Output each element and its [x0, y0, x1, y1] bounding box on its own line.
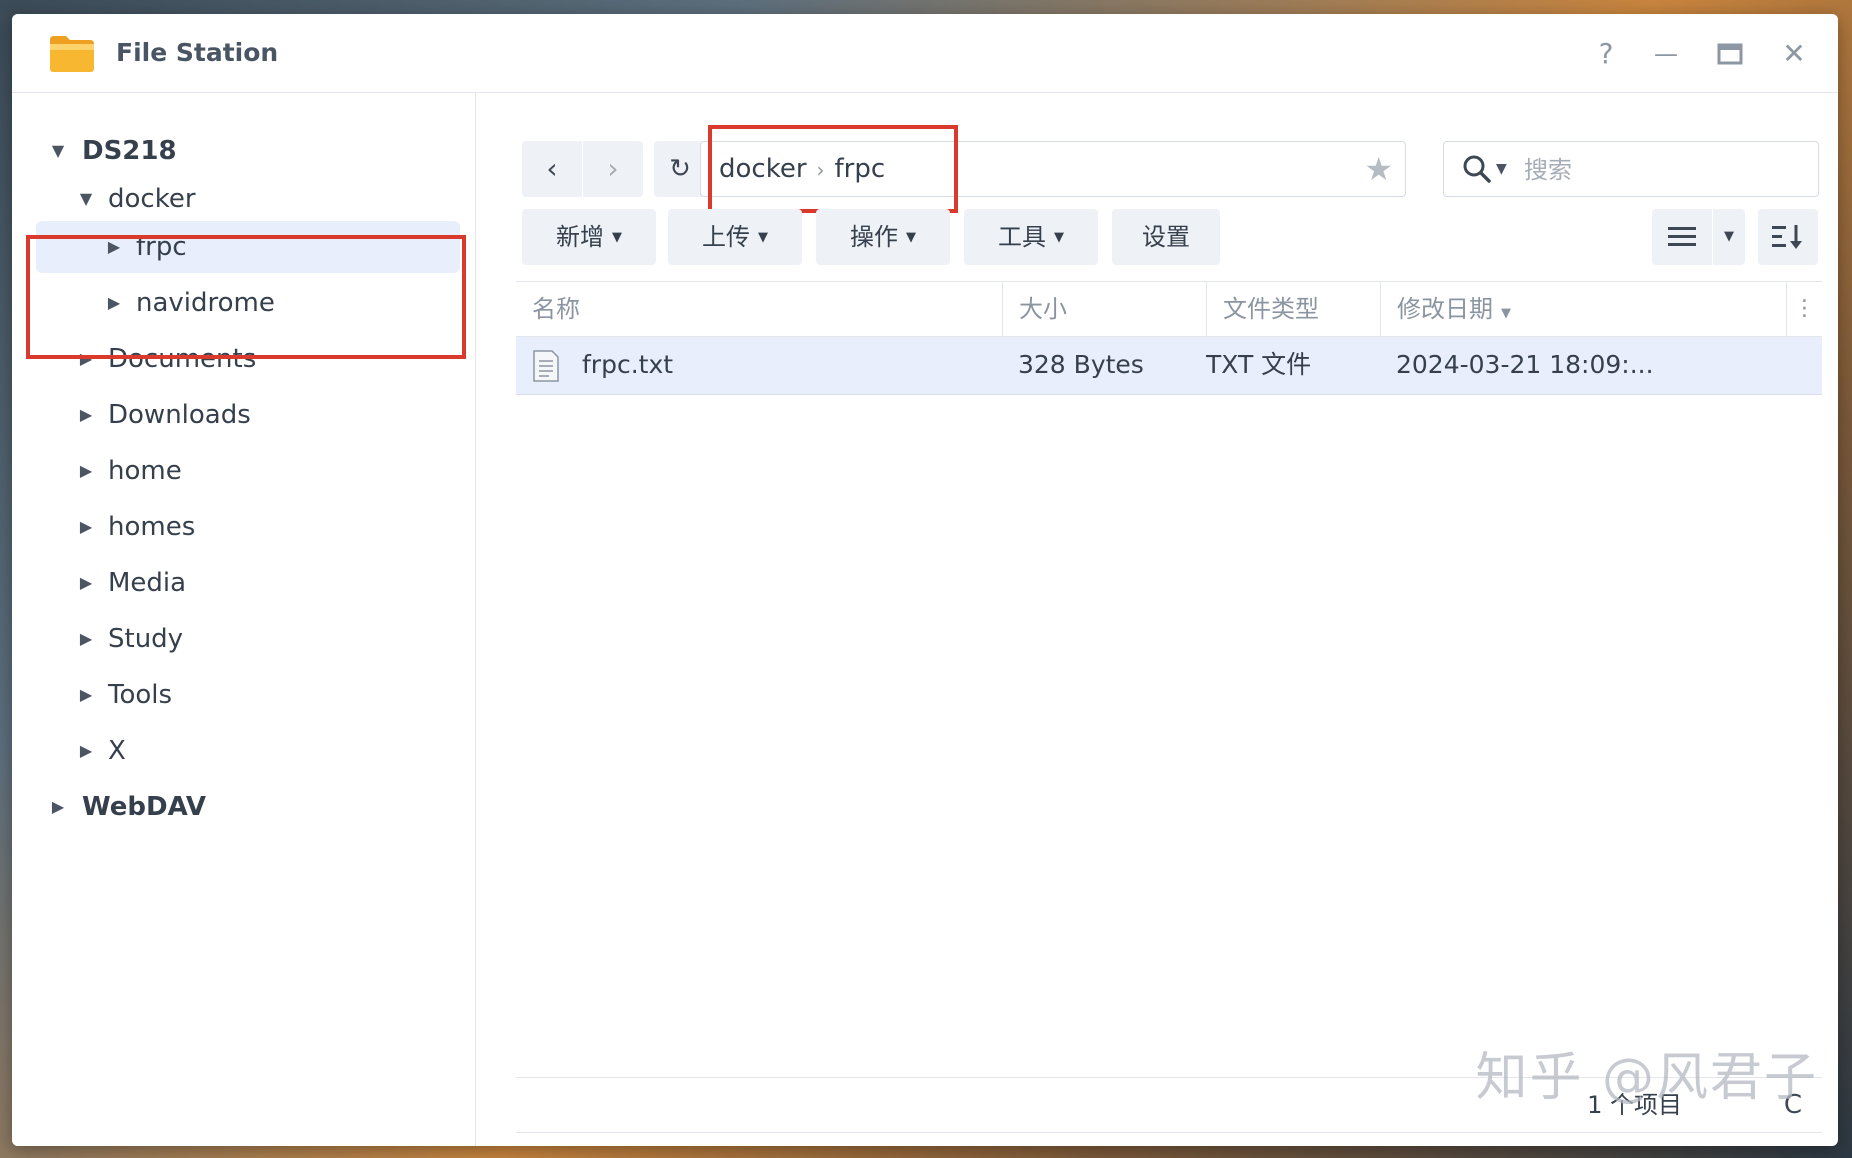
table-row[interactable]: frpc.txt 328 Bytes TXT 文件 2024-03-21 18:… — [516, 337, 1822, 395]
cell-type: TXT 文件 — [1206, 350, 1312, 379]
caret-down-icon: ▼ — [1724, 229, 1734, 244]
more-vertical-icon: ⋮ — [1793, 296, 1816, 321]
tree-item-tools[interactable]: ▶ Tools — [36, 669, 460, 721]
search-icon[interactable] — [1462, 154, 1492, 184]
settings-button[interactable]: 设置 — [1112, 209, 1220, 265]
cell-modified: 2024-03-21 18:09:... — [1396, 350, 1654, 379]
caret-right-icon[interactable]: ▶ — [76, 501, 96, 553]
search-input[interactable] — [1522, 148, 1806, 192]
star-icon[interactable]: ★ — [1364, 150, 1393, 188]
column-header-modified[interactable]: 修改日期 ▼ — [1380, 282, 1698, 336]
caret-right-icon[interactable]: ▶ — [76, 725, 96, 777]
breadcrumb-frpc[interactable]: frpc — [835, 154, 886, 184]
tree-item-x[interactable]: ▶ X — [36, 725, 460, 777]
title-bar: File Station ? — ✕ — [12, 14, 1838, 93]
caret-down-icon: ▼ — [612, 230, 622, 245]
caret-down-icon: ▼ — [1054, 230, 1064, 245]
create-button[interactable]: 新增 ▼ — [522, 209, 656, 265]
list-view-button[interactable] — [1652, 209, 1712, 265]
upload-button[interactable]: 上传 ▼ — [668, 209, 802, 265]
minimize-icon: — — [1654, 40, 1678, 68]
close-button[interactable]: ✕ — [1776, 36, 1812, 72]
text-file-icon — [533, 350, 559, 382]
window-title: File Station — [116, 38, 279, 67]
view-options-button[interactable]: ▼ — [1713, 209, 1745, 265]
column-header-type[interactable]: 文件类型 — [1206, 282, 1380, 336]
tree-item-frpc[interactable]: ▶ frpc — [36, 221, 460, 273]
search-box[interactable]: ▼ — [1443, 141, 1819, 197]
tree-item-docker[interactable]: ▼ docker — [36, 173, 460, 225]
cell-size: 328 Bytes — [1018, 350, 1144, 379]
caret-down-icon[interactable]: ▼ — [76, 173, 96, 225]
sort-icon — [1772, 225, 1802, 249]
caret-right-icon[interactable]: ▶ — [76, 613, 96, 665]
breadcrumb: docker › frpc — [719, 142, 885, 197]
caret-right-icon[interactable]: ▶ — [104, 277, 124, 329]
tree-root-webdav[interactable]: ▶ WebDAV — [36, 781, 460, 833]
folder-icon — [50, 36, 94, 72]
sidebar-tree: ▼ DS218 ▼ docker ▶ frpc ▶ navidrome ▶ Do… — [12, 93, 476, 1146]
caret-right-icon[interactable]: ▶ — [76, 445, 96, 497]
caret-right-icon[interactable]: ▶ — [76, 669, 96, 721]
refresh-button[interactable]: ↻ — [654, 141, 706, 197]
back-button[interactable]: ‹ — [522, 141, 582, 197]
tree-item-study[interactable]: ▶ Study — [36, 613, 460, 665]
chevron-right-icon: › — [607, 152, 619, 185]
tree-item-homes[interactable]: ▶ homes — [36, 501, 460, 553]
help-icon: ? — [1598, 37, 1614, 70]
column-header-name[interactable]: 名称 — [532, 282, 1002, 336]
caret-down-icon: ▼ — [758, 230, 768, 245]
column-menu-button[interactable]: ⋮ — [1786, 282, 1822, 336]
minimize-button[interactable]: — — [1648, 36, 1684, 72]
path-bar[interactable]: docker › frpc ★ — [700, 141, 1406, 197]
main-panel: ‹ › ↻ docker › frpc ★ ▼ 新增▼ 上传▼ — [476, 93, 1838, 1146]
cell-name: frpc.txt — [582, 350, 674, 379]
list-view-icon — [1668, 227, 1696, 246]
caret-down-icon: ▼ — [1501, 306, 1511, 321]
tree-item-home[interactable]: ▶ home — [36, 445, 460, 497]
tree-item-media[interactable]: ▶ Media — [36, 557, 460, 609]
caret-down-icon[interactable]: ▼ — [48, 125, 68, 177]
breadcrumb-docker[interactable]: docker — [719, 154, 807, 184]
caret-right-icon[interactable]: ▶ — [104, 221, 124, 273]
caret-right-icon[interactable]: ▶ — [76, 333, 96, 385]
tree-item-downloads[interactable]: ▶ Downloads — [36, 389, 460, 441]
maximize-button[interactable] — [1712, 36, 1748, 72]
tree-item-navidrome[interactable]: ▶ navidrome — [36, 277, 460, 329]
caret-down-icon[interactable]: ▼ — [1496, 142, 1507, 196]
sort-button[interactable] — [1758, 209, 1818, 265]
refresh-icon: ↻ — [669, 154, 691, 184]
forward-button[interactable]: › — [583, 141, 643, 197]
chevron-right-icon: › — [816, 158, 825, 182]
tree-root-ds218[interactable]: ▼ DS218 — [36, 125, 460, 177]
caret-right-icon[interactable]: ▶ — [76, 557, 96, 609]
file-station-window: File Station ? — ✕ ▼ DS218 ▼ docker ▶ fr… — [12, 14, 1838, 1146]
tools-button[interactable]: 工具 ▼ — [964, 209, 1098, 265]
tree-item-documents[interactable]: ▶ Documents — [36, 333, 460, 385]
column-header-size[interactable]: 大小 — [1002, 282, 1206, 336]
watermark: 知乎 @风君子 — [1475, 1048, 1818, 1108]
caret-down-icon: ▼ — [906, 230, 916, 245]
action-button[interactable]: 操作 ▼ — [816, 209, 950, 265]
help-button[interactable]: ? — [1588, 36, 1624, 72]
file-table-header: 名称 大小 文件类型 修改日期 ▼ ⋮ — [516, 281, 1822, 337]
chevron-left-icon: ‹ — [546, 152, 558, 185]
caret-right-icon[interactable]: ▶ — [48, 781, 68, 833]
close-icon: ✕ — [1782, 37, 1806, 70]
caret-right-icon[interactable]: ▶ — [76, 389, 96, 441]
maximize-icon — [1717, 43, 1743, 65]
